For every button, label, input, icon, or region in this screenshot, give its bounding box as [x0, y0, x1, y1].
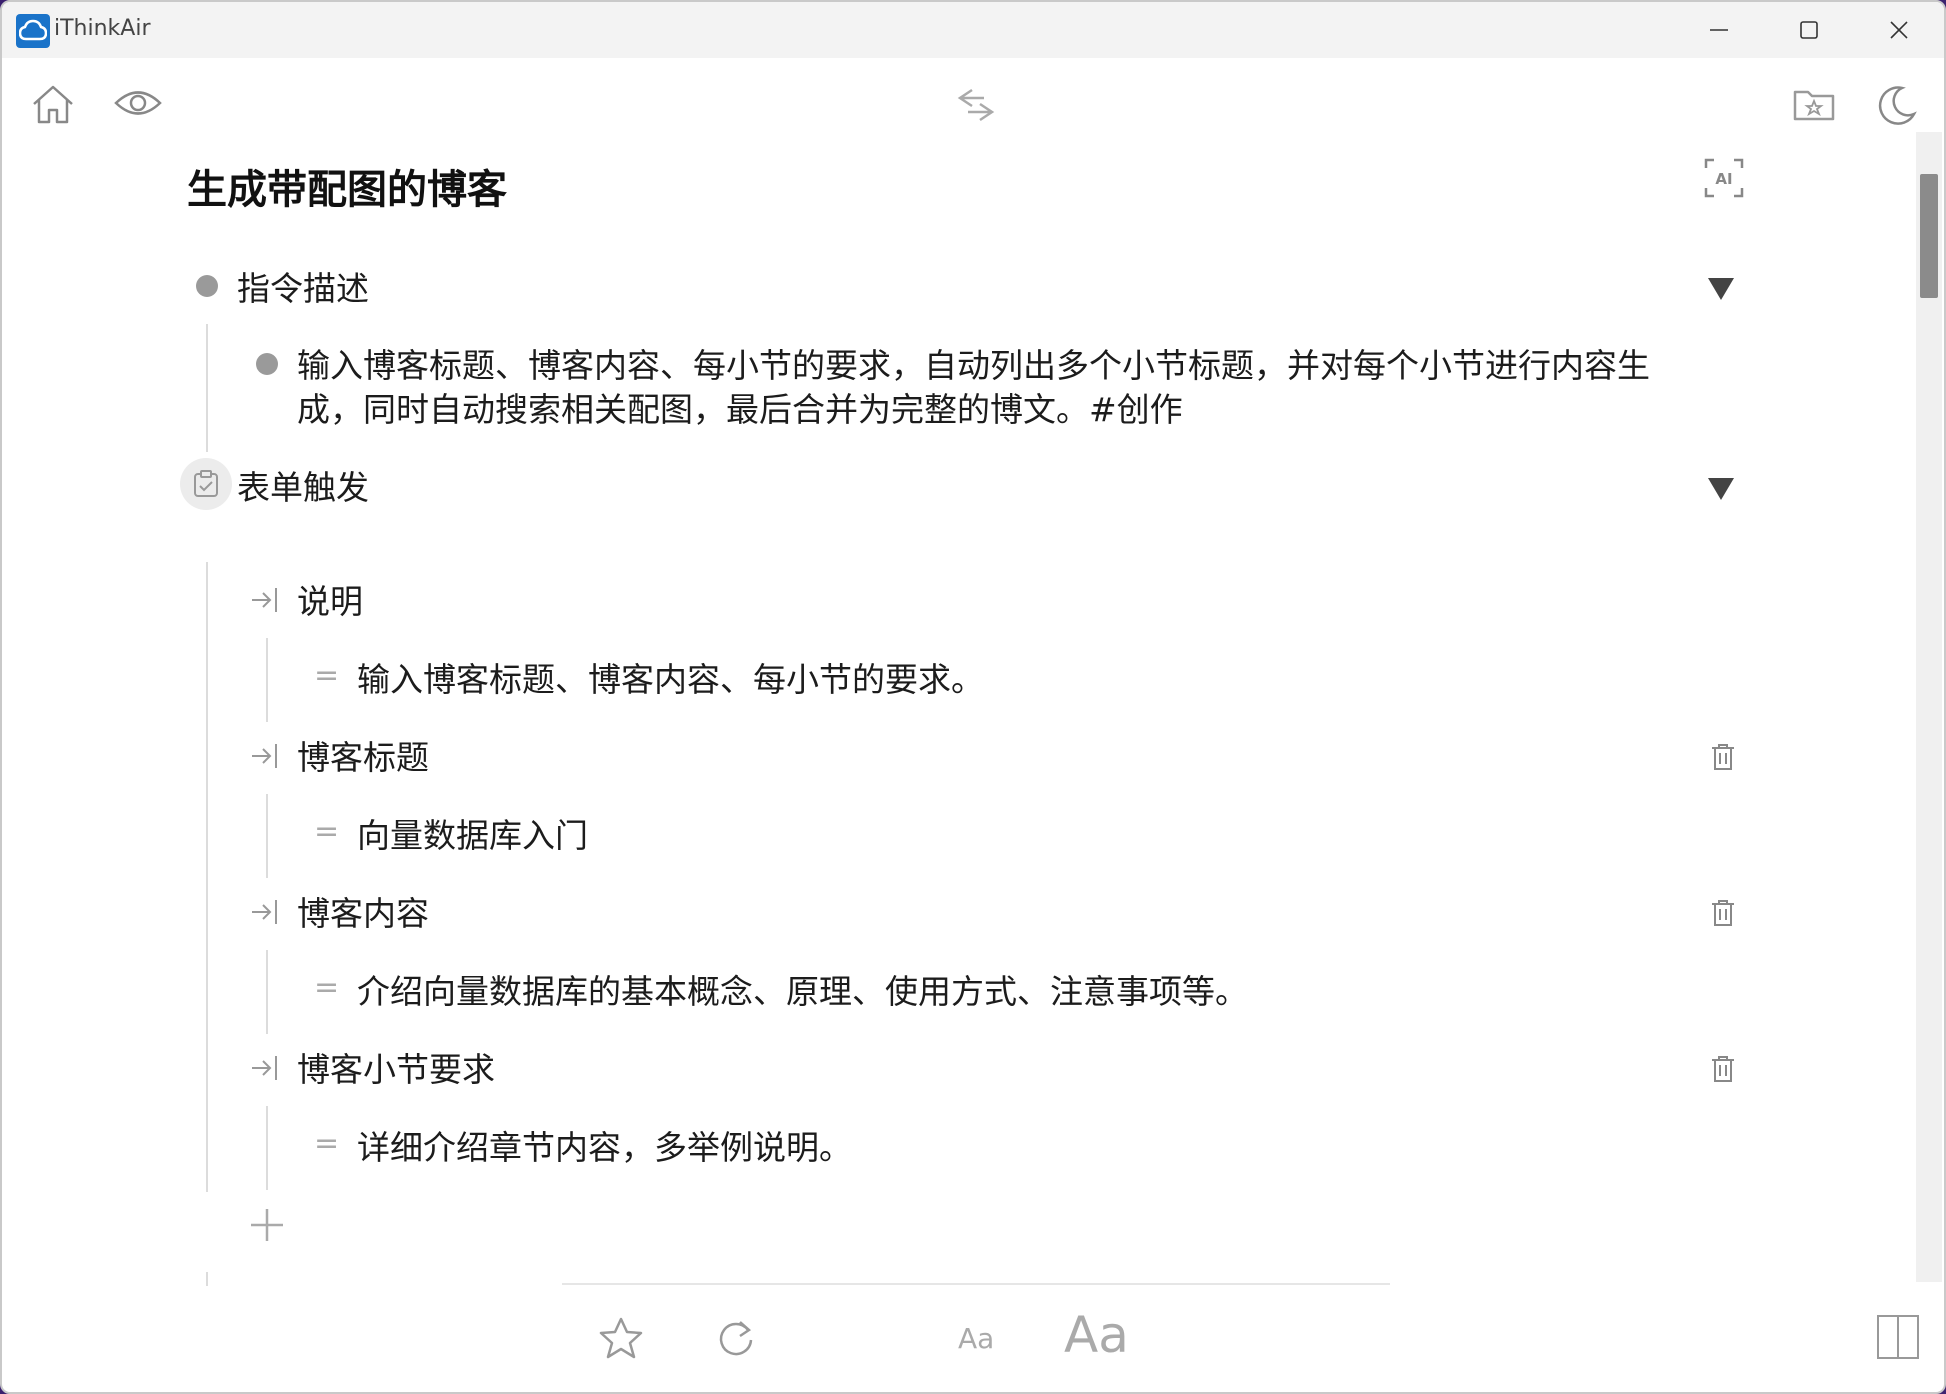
section-bullet[interactable]: [196, 275, 218, 297]
field-label[interactable]: 博客小节要求: [297, 1048, 495, 1092]
collapse-toggle-icon[interactable]: [1708, 478, 1734, 500]
field-label[interactable]: 博客标题: [297, 736, 429, 780]
field-value-marker: =: [314, 658, 340, 693]
tree-line: [266, 1106, 268, 1190]
description-line-1[interactable]: 输入博客标题、博客内容、每小节的要求，自动列出多个小节标题，并对每个小节进行内容…: [297, 344, 1650, 388]
add-field-icon[interactable]: [248, 1206, 286, 1248]
tree-line: [266, 950, 268, 1034]
star-icon[interactable]: [598, 1316, 644, 1364]
tree-line: [266, 794, 268, 878]
field-value[interactable]: 输入博客标题、博客内容、每小节的要求。: [357, 658, 984, 702]
folder-star-icon[interactable]: [1792, 86, 1836, 126]
field-value[interactable]: 向量数据库入门: [357, 814, 588, 858]
item-bullet[interactable]: [256, 353, 278, 375]
font-size-large-button[interactable]: Aa: [1064, 1306, 1129, 1364]
trash-icon[interactable]: [1710, 1055, 1736, 1087]
tree-line: [206, 324, 208, 452]
home-icon[interactable]: [30, 82, 76, 130]
field-input-icon: [250, 585, 282, 619]
font-size-small-button[interactable]: Aa: [958, 1322, 994, 1355]
maximize-button[interactable]: [1764, 2, 1854, 58]
app-window: iThinkAir 生成带配图的博客 AI 指令描述 输入博客标题、博客内容、每…: [0, 0, 1946, 1394]
field-value[interactable]: 介绍向量数据库的基本概念、原理、使用方式、注意事项等。: [357, 970, 1248, 1014]
eye-icon[interactable]: [114, 88, 162, 122]
field-input-icon: [250, 897, 282, 931]
bottom-divider: [562, 1283, 1390, 1285]
field-value-marker: =: [314, 1126, 340, 1161]
form-trigger-badge[interactable]: [180, 458, 232, 510]
section-heading[interactable]: 指令描述: [237, 267, 369, 311]
tree-line: [266, 638, 268, 722]
field-label[interactable]: 博客内容: [297, 892, 429, 936]
app-logo-icon: [16, 14, 50, 48]
field-input-icon: [250, 741, 282, 775]
field-value[interactable]: 详细介绍章节内容，多举例说明。: [357, 1126, 852, 1170]
tree-line: [206, 562, 208, 1192]
field-value-marker: =: [314, 814, 340, 849]
swap-arrows-icon[interactable]: [952, 86, 1000, 128]
field-value-marker: =: [314, 970, 340, 1005]
minimize-button[interactable]: [1674, 2, 1764, 58]
field-label[interactable]: 说明: [297, 580, 363, 624]
split-view-icon[interactable]: [1876, 1314, 1920, 1364]
close-button[interactable]: [1854, 2, 1944, 58]
document-title: 生成带配图的博客: [187, 167, 507, 213]
svg-text:AI: AI: [1715, 170, 1732, 188]
trash-icon[interactable]: [1710, 899, 1736, 931]
description-line-2[interactable]: 成，同时自动搜索相关配图，最后合并为完整的博文。#创作: [297, 388, 1183, 432]
title-bar: iThinkAir: [2, 2, 1944, 58]
ai-icon[interactable]: AI: [1704, 158, 1744, 202]
scrollbar-track[interactable]: [1916, 132, 1942, 1282]
collapse-toggle-icon[interactable]: [1708, 278, 1734, 300]
section-heading[interactable]: 表单触发: [237, 466, 369, 510]
scrollbar-thumb[interactable]: [1920, 174, 1938, 298]
field-input-icon: [250, 1053, 282, 1087]
tree-line: [206, 1272, 208, 1286]
moon-icon[interactable]: [1874, 84, 1918, 132]
app-title: iThinkAir: [54, 16, 151, 41]
refresh-icon[interactable]: [716, 1318, 756, 1362]
trash-icon[interactable]: [1710, 743, 1736, 775]
